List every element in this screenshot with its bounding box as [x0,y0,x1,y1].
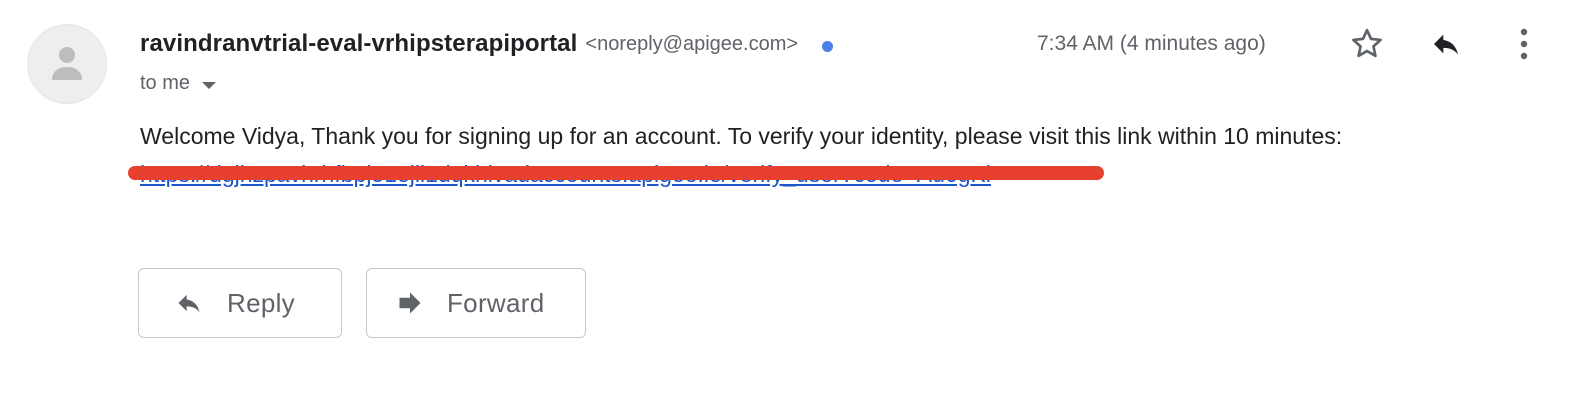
caret-down-icon [202,73,217,96]
redaction-mark [128,166,1104,180]
message-body: Welcome Vidya, Thank you for signing up … [140,123,1343,149]
forward-button[interactable]: Forward [366,268,586,338]
star-outline-icon [1352,28,1382,58]
forward-icon [395,289,425,317]
recipient-label: to me [140,71,191,94]
message-timestamp: 7:34 AM (4 minutes ago) [1037,32,1266,55]
sender-email: <noreply@apigee.com> [585,32,799,55]
reply-icon-button[interactable] [1424,22,1468,66]
recipient-details-toggle[interactable]: to me [140,68,217,98]
more-options-button[interactable] [1502,22,1546,66]
sender-name[interactable]: ravindranvtrial-eval-vrhipsterapiportal [140,30,577,58]
sender-line: ravindranvtrial-eval-vrhipsterapiportal … [140,28,834,60]
reply-button[interactable]: Reply [138,268,342,338]
presence-dot-icon [822,40,834,52]
more-vert-icon [1520,28,1528,60]
star-button[interactable] [1345,22,1389,66]
reply-icon [173,289,205,317]
sender-avatar[interactable] [27,24,107,104]
forward-button-label: Forward [447,287,545,318]
reply-icon [1434,34,1458,55]
person-icon [52,47,82,80]
reply-button-label: Reply [227,287,295,318]
